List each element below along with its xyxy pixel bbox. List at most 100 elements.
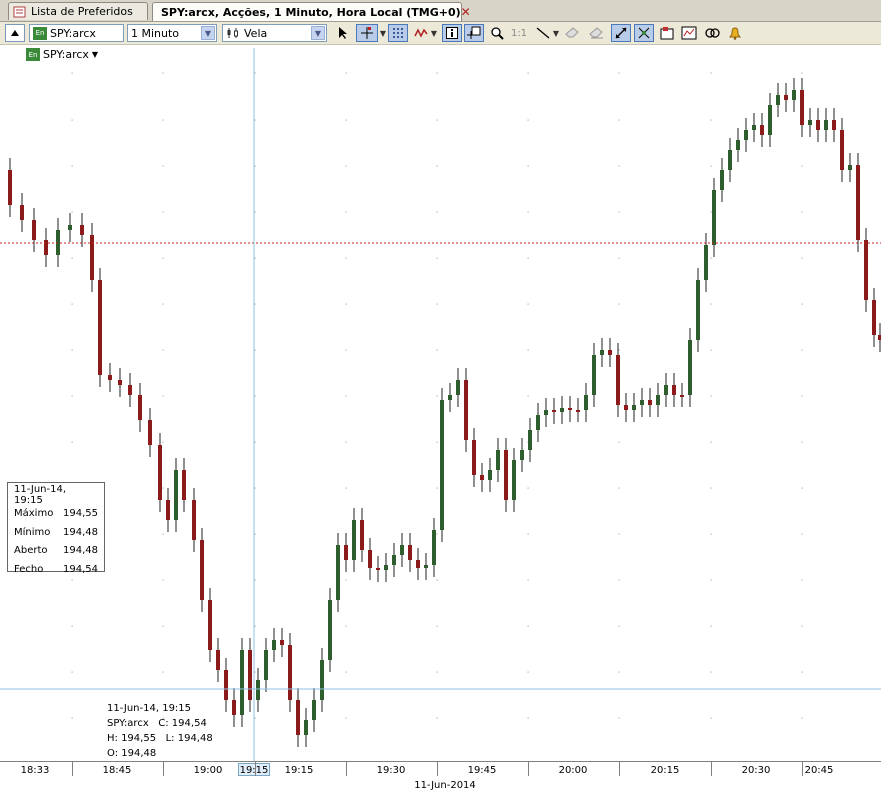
candle-body (44, 240, 48, 255)
trendline-icon[interactable] (534, 24, 552, 42)
data-window-icon[interactable] (464, 24, 484, 42)
info-box-row: Fecho 194,54 (14, 563, 98, 575)
info-icon[interactable] (442, 24, 462, 42)
grid-dot (527, 395, 529, 397)
candle-body (640, 400, 644, 405)
indicators-icon[interactable] (412, 24, 430, 42)
grid-dot (436, 257, 438, 259)
candle-body (158, 445, 162, 500)
grid-dot (254, 717, 256, 719)
grid-dot (618, 72, 620, 74)
grid-dot (345, 72, 347, 74)
collapse-button[interactable] (5, 24, 25, 42)
candle-body (560, 408, 564, 412)
candle-body (656, 395, 660, 405)
candle-body (536, 415, 540, 430)
grid-dot (710, 395, 712, 397)
chart-type-select[interactable]: Vela ▼ (222, 24, 327, 42)
grid-dot (162, 395, 164, 397)
candle-body (608, 350, 612, 355)
grid-dot (254, 72, 256, 74)
grid-dot (345, 211, 347, 213)
candle-body (864, 240, 868, 300)
properties-icon[interactable] (658, 24, 676, 42)
grid-dot (345, 579, 347, 581)
grid-dot (436, 303, 438, 305)
grid-dot (436, 671, 438, 673)
grid-dot (436, 533, 438, 535)
candle-body (108, 375, 112, 380)
candle-body (424, 565, 428, 568)
link-charts-icon[interactable] (634, 24, 654, 42)
interval-select[interactable]: 1 Minuto ▼ (127, 24, 217, 42)
ratio-button[interactable]: 1:1 (510, 24, 528, 42)
symbol-input[interactable]: En SPY:arcx (29, 24, 124, 42)
grid-dot (254, 671, 256, 673)
time-axis[interactable]: 18:33 18:45 19:00 19:15 19:15 19:30 19:4… (0, 761, 881, 796)
grid-dot (162, 487, 164, 489)
candle-body (328, 600, 332, 660)
alert-bell-icon[interactable] (726, 24, 744, 42)
grid-dot (618, 441, 620, 443)
candle-body (448, 395, 452, 400)
grid-dot (710, 72, 712, 74)
grid-dot (71, 165, 73, 167)
axis-date-label: 11-Jun-2014 (414, 780, 476, 791)
price-chart[interactable] (0, 48, 881, 761)
grid-dot (801, 303, 803, 305)
grid-dot (527, 579, 529, 581)
grid-dot (71, 211, 73, 213)
grid-dot (710, 487, 712, 489)
grid-dot (801, 257, 803, 259)
candle-body (688, 340, 692, 395)
tab-watchlist[interactable]: Lista de Preferidos (8, 2, 148, 20)
candle-body (118, 380, 122, 385)
chart-toolbar: En SPY:arcx 1 Minuto ▼ Vela ▼ ▼ ▼ 1:1 ▼ (0, 22, 881, 45)
candle-body (80, 225, 84, 235)
crosshair-tooltip: 11-Jun-14, 19:15 SPY:arcx C: 194,54 H: 1… (107, 701, 213, 761)
time-tick-label: 19:15 (284, 765, 314, 776)
candle-body (344, 545, 348, 560)
crosshair-menu-chevron-icon[interactable]: ▼ (378, 24, 388, 42)
grid-dot (710, 165, 712, 167)
eraser-all-icon[interactable] (588, 24, 606, 42)
grid-dot (801, 625, 803, 627)
grid-dot (254, 579, 256, 581)
candle-body (760, 125, 764, 135)
info-box-row: Máximo 194,55 (14, 508, 98, 520)
grid-dot (345, 349, 347, 351)
candle-body (816, 120, 820, 130)
candlestick-icon (227, 28, 238, 38)
crosshair-icon[interactable] (356, 24, 378, 42)
time-tick-label: 20:00 (558, 765, 588, 776)
candle-body (400, 545, 404, 555)
zoom-icon[interactable] (488, 24, 506, 42)
candle-body (148, 420, 152, 445)
tab-chart[interactable]: SPY:arcx, Acções, 1 Minuto, Hora Local (… (152, 2, 471, 21)
candle-body (200, 540, 204, 600)
grid-icon[interactable] (388, 24, 408, 42)
close-icon[interactable]: ✕ (461, 5, 471, 19)
time-tick-label: 19:30 (376, 765, 406, 776)
candle-body (32, 220, 36, 240)
candle-body (408, 545, 412, 560)
time-tick-label: 19:00 (193, 765, 223, 776)
grid-dot (801, 441, 803, 443)
auto-scale-icon[interactable] (611, 24, 631, 42)
grid-dot (618, 349, 620, 351)
grid-dot (254, 257, 256, 259)
compare-icon[interactable] (703, 24, 721, 42)
info-box-datetime: 11-Jun-14, 19:15 (14, 484, 67, 507)
candle-body (488, 470, 492, 480)
eraser-icon[interactable] (564, 24, 582, 42)
template-icon[interactable] (680, 24, 698, 42)
indicators-menu-chevron-icon[interactable]: ▼ (430, 24, 438, 42)
grid-dot (618, 625, 620, 627)
tooltip-datetime: 11-Jun-14, 19:15 (107, 703, 192, 714)
candle-body (8, 170, 12, 205)
drawing-menu-chevron-icon[interactable]: ▼ (552, 24, 560, 42)
grid-dot (254, 303, 256, 305)
grid-dot (71, 257, 73, 259)
time-tick-label: 19:45 (467, 765, 497, 776)
pointer-icon[interactable] (334, 24, 352, 42)
